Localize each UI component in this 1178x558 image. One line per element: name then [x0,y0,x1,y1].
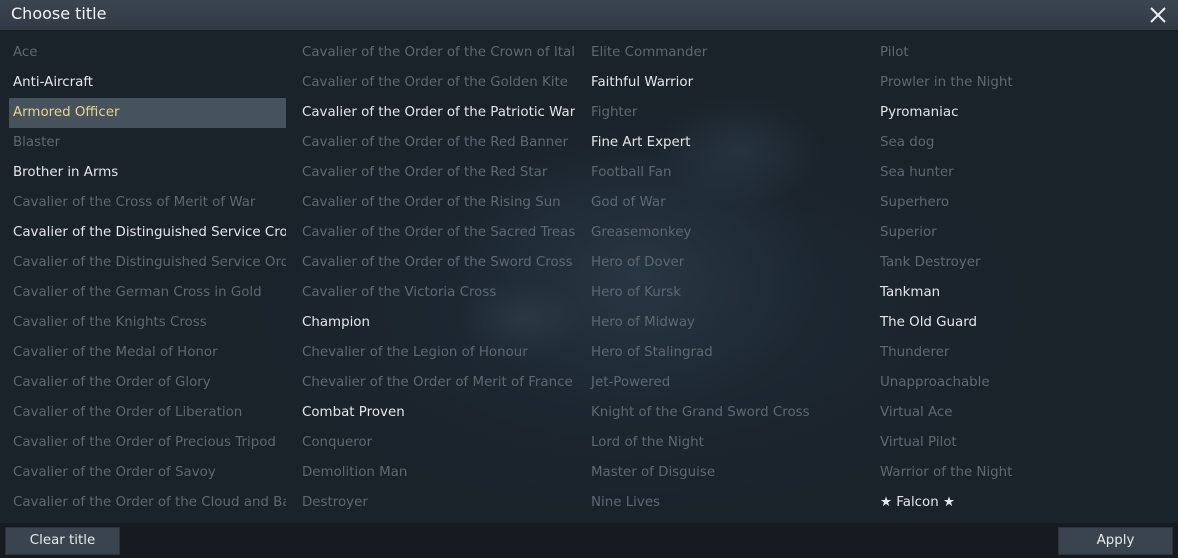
apply-button[interactable]: Apply [1058,527,1173,555]
title-item[interactable]: Pilot [876,38,1153,68]
title-item[interactable]: Cavalier of the Order of the Cloud and B… [9,488,286,518]
title-item[interactable]: Master of Disguise [587,458,864,488]
title-item[interactable]: Knight of the Grand Sword Cross [587,398,864,428]
title-column-1: Ace Anti-Aircraft Armored Officer Blaster Br… [0,38,286,518]
title-item[interactable]: Tankman [876,278,1153,308]
title-item[interactable]: Cavalier of the Victoria Cross [298,278,575,308]
title-item[interactable]: Warrior of the Night [876,458,1153,488]
title-item[interactable]: Anti-Aircraft [9,68,286,98]
title-item[interactable]: Cavalier of the Order of Glory [9,368,286,398]
title-item[interactable]: Hero of Midway [587,308,864,338]
title-item[interactable]: Lord of the Night [587,428,864,458]
title-item[interactable]: Cavalier of the Distinguished Service Or… [9,248,286,278]
title-item[interactable]: Cavalier of the Order of the Patriotic W… [298,98,575,128]
title-column-3: Elite Commander Faithful Warrior Fighter Fi… [578,38,864,518]
title-item[interactable]: Cavalier of the Order of the Sword Cross [298,248,575,278]
dialog-footer: Clear title Apply [0,523,1178,558]
title-column-2: Cavalier of the Order of the Crown of It… [289,38,575,518]
title-item[interactable]: Cavalier of the Order of Liberation [9,398,286,428]
title-item[interactable]: Tank Destroyer [876,248,1153,278]
title-item[interactable]: Hero of Dover [587,248,864,278]
title-item[interactable]: Pyromaniac [876,98,1153,128]
title-item[interactable]: Cavalier of the Order of the Red Star [298,158,575,188]
title-item[interactable]: Football Fan [587,158,864,188]
title-item[interactable]: Virtual Pilot [876,428,1153,458]
title-item[interactable]: Cavalier of the Distinguished Service Cr… [9,218,286,248]
title-item[interactable]: Chevalier of the Legion of Honour [298,338,575,368]
dialog-titlebar: Choose title [0,0,1178,31]
title-item[interactable]: Champion [298,308,575,338]
title-item[interactable]: Cavalier of the Knights Cross [9,308,286,338]
title-item[interactable]: Chevalier of the Order of Merit of Franc… [298,368,575,398]
title-item[interactable]: Cavalier of the Order of the Golden Kite [298,68,575,98]
title-item[interactable]: Greasemonkey [587,218,864,248]
title-list: Ace Anti-Aircraft Armored Officer Blaster Br… [0,38,1178,518]
title-column-4: Pilot Prowler in the Night Pyromaniac Sea d… [867,38,1153,518]
title-item[interactable]: Superior [876,218,1153,248]
title-item[interactable]: Cavalier of the Order of the Sacred Trea… [298,218,575,248]
title-item[interactable]: The Old Guard [876,308,1153,338]
title-item[interactable]: Blaster [9,128,286,158]
title-item[interactable]: Armored Officer [9,98,286,128]
title-item[interactable]: Cavalier of the Order of the Rising Sun [298,188,575,218]
title-item[interactable]: Demolition Man [298,458,575,488]
title-item[interactable]: Cavalier of the Cross of Merit of War [9,188,286,218]
title-item[interactable]: Hero of Kursk [587,278,864,308]
title-item[interactable]: Sea dog [876,128,1153,158]
title-item[interactable]: Brother in Arms [9,158,286,188]
title-item[interactable]: Hero of Stalingrad [587,338,864,368]
title-item[interactable]: Thunderer [876,338,1153,368]
title-item[interactable]: Faithful Warrior [587,68,864,98]
title-item[interactable]: Ace [9,38,286,68]
title-item[interactable]: Cavalier of the Medal of Honor [9,338,286,368]
title-item[interactable]: Superhero [876,188,1153,218]
title-item[interactable]: Sea hunter [876,158,1153,188]
title-item[interactable]: ★ Falcon ★ [876,488,1153,518]
title-item[interactable]: Cavalier of the German Cross in Gold [9,278,286,308]
clear-title-button[interactable]: Clear title [5,527,120,555]
title-item[interactable]: Elite Commander [587,38,864,68]
title-item[interactable]: Cavalier of the Order of the Crown of It… [298,38,575,68]
dialog-title: Choose title [11,4,107,23]
title-item[interactable]: Conqueror [298,428,575,458]
title-item[interactable]: Fine Art Expert [587,128,864,158]
title-item[interactable]: Destroyer [298,488,575,518]
title-item[interactable]: Jet-Powered [587,368,864,398]
title-item[interactable]: Combat Proven [298,398,575,428]
title-item[interactable]: Cavalier of the Order of Savoy [9,458,286,488]
title-item[interactable]: Prowler in the Night [876,68,1153,98]
title-item[interactable]: Cavalier of the Order of the Red Banner [298,128,575,158]
title-item[interactable]: Unapproachable [876,368,1153,398]
title-item[interactable]: Nine Lives [587,488,864,518]
title-item[interactable]: Cavalier of the Order of Precious Tripod [9,428,286,458]
close-icon[interactable] [1146,3,1170,27]
title-item[interactable]: God of War [587,188,864,218]
title-item[interactable]: Fighter [587,98,864,128]
title-item[interactable]: Virtual Ace [876,398,1153,428]
